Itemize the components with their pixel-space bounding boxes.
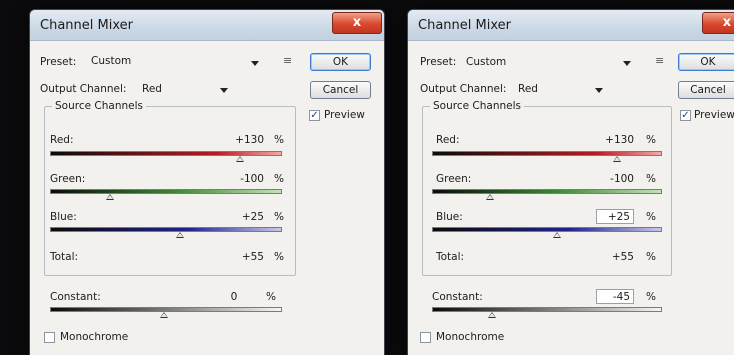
blue-slider-thumb[interactable] [553, 232, 561, 238]
green-label: Green: [436, 173, 472, 185]
chevron-down-icon[interactable] [623, 61, 631, 66]
constant-percent: % [646, 291, 656, 303]
red-label: Red: [50, 134, 74, 146]
blue-slider-thumb[interactable] [176, 232, 184, 238]
output-channel-label: Output Channel: [40, 83, 127, 95]
red-label: Red: [436, 134, 460, 146]
title-bar[interactable]: Channel Mixer x [408, 10, 734, 41]
constant-slider-thumb[interactable] [488, 312, 496, 318]
close-button[interactable]: x [702, 12, 734, 34]
monochrome-checkbox[interactable] [44, 332, 55, 343]
channel-mixer-dialog-right: Channel Mixer x Preset: Custom ≡ OK Canc… [408, 10, 734, 355]
green-value-input[interactable]: -100 [214, 173, 264, 185]
constant-value-input[interactable]: 0 [214, 291, 254, 303]
red-percent: % [646, 134, 656, 146]
total-value: +55 [241, 251, 264, 263]
green-slider[interactable] [432, 189, 662, 194]
preview-label: Preview [324, 109, 365, 121]
constant-percent: % [266, 291, 276, 303]
dialog-title: Channel Mixer [418, 18, 511, 33]
cancel-button[interactable]: Cancel [310, 81, 371, 99]
constant-label: Constant: [50, 291, 101, 303]
red-percent: % [274, 134, 284, 146]
chevron-down-icon[interactable] [251, 61, 259, 66]
constant-slider[interactable] [432, 307, 662, 312]
chevron-down-icon[interactable] [595, 88, 603, 93]
total-value: +55 [611, 251, 634, 263]
blue-percent: % [646, 211, 656, 223]
checkmark-icon: ✓ [681, 110, 690, 121]
blue-slider[interactable] [432, 227, 662, 232]
blue-slider[interactable] [50, 227, 282, 232]
green-percent: % [274, 173, 284, 185]
green-value-input[interactable]: -100 [584, 173, 634, 185]
blue-label: Blue: [436, 211, 463, 223]
checkmark-icon: ✓ [310, 110, 319, 121]
output-channel-select[interactable]: Red [518, 83, 538, 95]
monochrome-label: Monochrome [60, 331, 129, 343]
red-slider-thumb[interactable] [236, 156, 244, 162]
total-label: Total: [436, 251, 465, 263]
red-slider[interactable] [50, 151, 282, 156]
output-channel-select[interactable]: Red [142, 83, 162, 95]
preview-checkbox[interactable]: ✓ [680, 110, 691, 121]
blue-value-input[interactable]: +25 [596, 209, 634, 224]
preset-label: Preset: [40, 56, 77, 68]
constant-value: -45 [612, 291, 630, 303]
green-slider[interactable] [50, 189, 282, 194]
total-label: Total: [50, 251, 79, 263]
monochrome-checkbox[interactable] [420, 332, 431, 343]
title-bar[interactable]: Channel Mixer x [30, 10, 384, 41]
source-channels-title: Source Channels [430, 100, 524, 112]
total-percent: % [646, 251, 656, 263]
red-slider-thumb[interactable] [613, 156, 621, 162]
red-value-input[interactable]: +130 [584, 134, 634, 146]
blue-label: Blue: [50, 211, 77, 223]
constant-slider-thumb[interactable] [160, 312, 168, 318]
preset-label: Preset: [420, 56, 457, 68]
channel-mixer-dialog-left: Channel Mixer x Preset: Custom ≡ OK Canc… [30, 10, 384, 355]
cancel-button[interactable]: Cancel [678, 81, 734, 99]
constant-label: Constant: [432, 291, 483, 303]
preset-select[interactable]: Custom [88, 54, 258, 69]
preview-label: Preview [694, 109, 734, 121]
blue-value: +25 [607, 211, 630, 223]
total-percent: % [274, 251, 284, 263]
preset-select[interactable]: Custom [466, 56, 506, 68]
close-button[interactable]: x [332, 12, 382, 34]
green-label: Green: [50, 173, 86, 185]
dialog-title: Channel Mixer [40, 18, 133, 33]
constant-value-input[interactable]: -45 [596, 289, 634, 304]
green-slider-thumb[interactable] [106, 194, 114, 200]
blue-value-input[interactable]: +25 [214, 211, 264, 223]
ok-button[interactable]: OK [678, 53, 734, 71]
monochrome-label: Monochrome [436, 331, 505, 343]
preview-checkbox[interactable]: ✓ [309, 110, 320, 121]
source-channels-title: Source Channels [52, 100, 146, 112]
red-value-input[interactable]: +130 [214, 134, 264, 146]
preset-value: Custom [91, 55, 132, 67]
red-slider[interactable] [432, 151, 662, 156]
presets-menu-icon[interactable]: ≡ [283, 54, 292, 67]
output-channel-label: Output Channel: [420, 83, 507, 95]
blue-percent: % [274, 211, 284, 223]
presets-menu-icon[interactable]: ≡ [655, 54, 664, 67]
chevron-down-icon[interactable] [220, 88, 228, 93]
green-slider-thumb[interactable] [486, 194, 494, 200]
ok-button[interactable]: OK [310, 53, 371, 71]
green-percent: % [646, 173, 656, 185]
